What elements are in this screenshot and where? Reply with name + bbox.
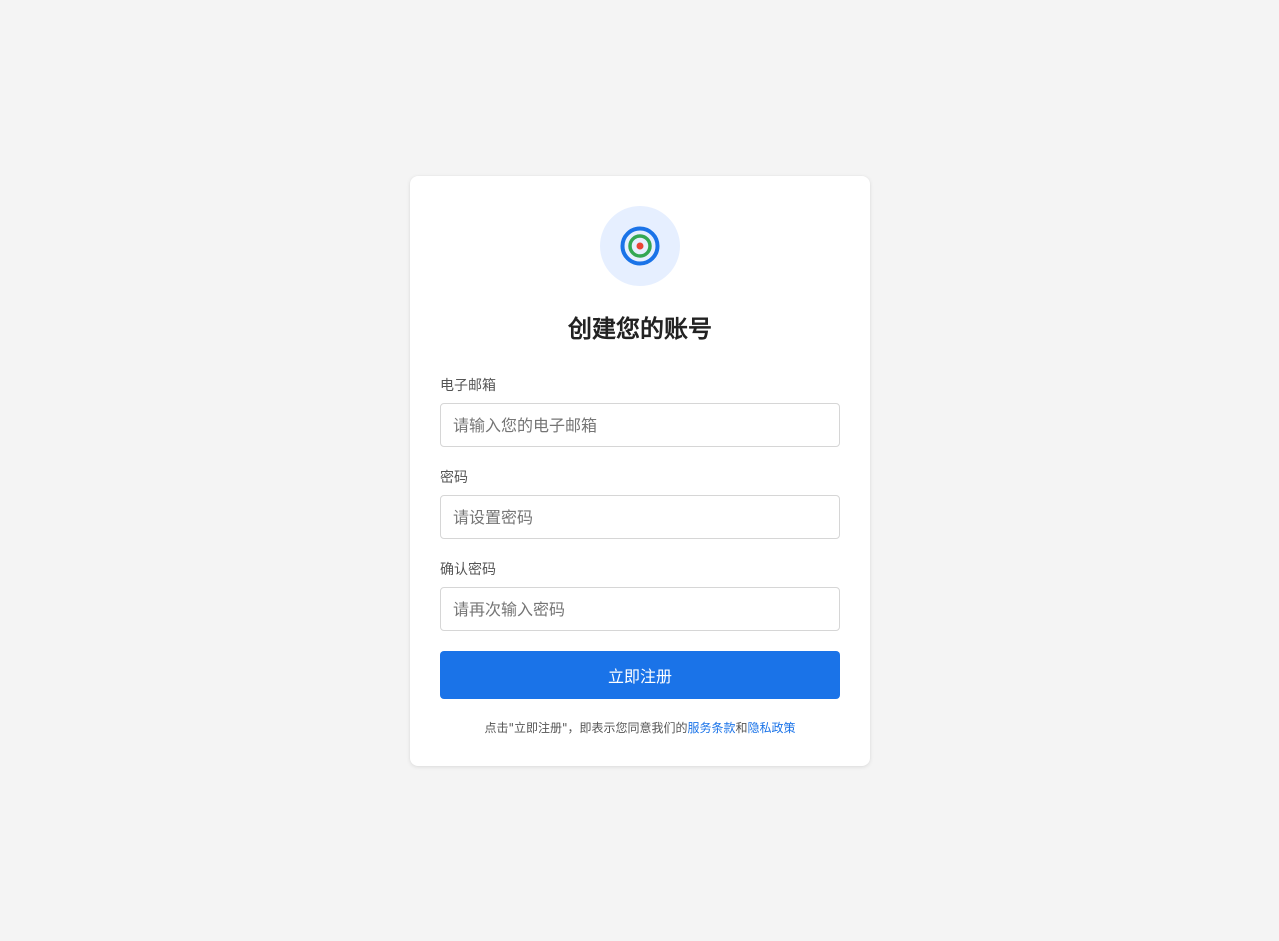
email-field[interactable] — [440, 403, 840, 447]
terms-joiner: 和 — [735, 721, 748, 735]
password-field[interactable] — [440, 495, 840, 539]
confirm-password-label: 确认密码 — [440, 562, 496, 578]
register-button[interactable]: 立即注册 — [440, 651, 840, 699]
confirm-password-field[interactable] — [440, 587, 840, 631]
signup-card: 创建您的账号 电子邮箱 密码 确认密码 立即注册 点击"立即注册"，即表示您同意… — [410, 176, 870, 766]
password-label: 密码 — [440, 470, 468, 486]
terms-notice: 点击"立即注册"，即表示您同意我们的服务条款和隐私政策 — [410, 718, 870, 738]
logo — [600, 206, 680, 286]
page-title: 创建您的账号 — [568, 315, 712, 343]
terms-prefix: 点击"立即注册"，即表示您同意我们的 — [484, 721, 688, 735]
target-icon — [620, 226, 660, 266]
privacy-policy-link[interactable]: 隐私政策 — [748, 721, 796, 735]
terms-of-service-link[interactable]: 服务条款 — [688, 721, 736, 735]
email-label: 电子邮箱 — [440, 378, 496, 394]
